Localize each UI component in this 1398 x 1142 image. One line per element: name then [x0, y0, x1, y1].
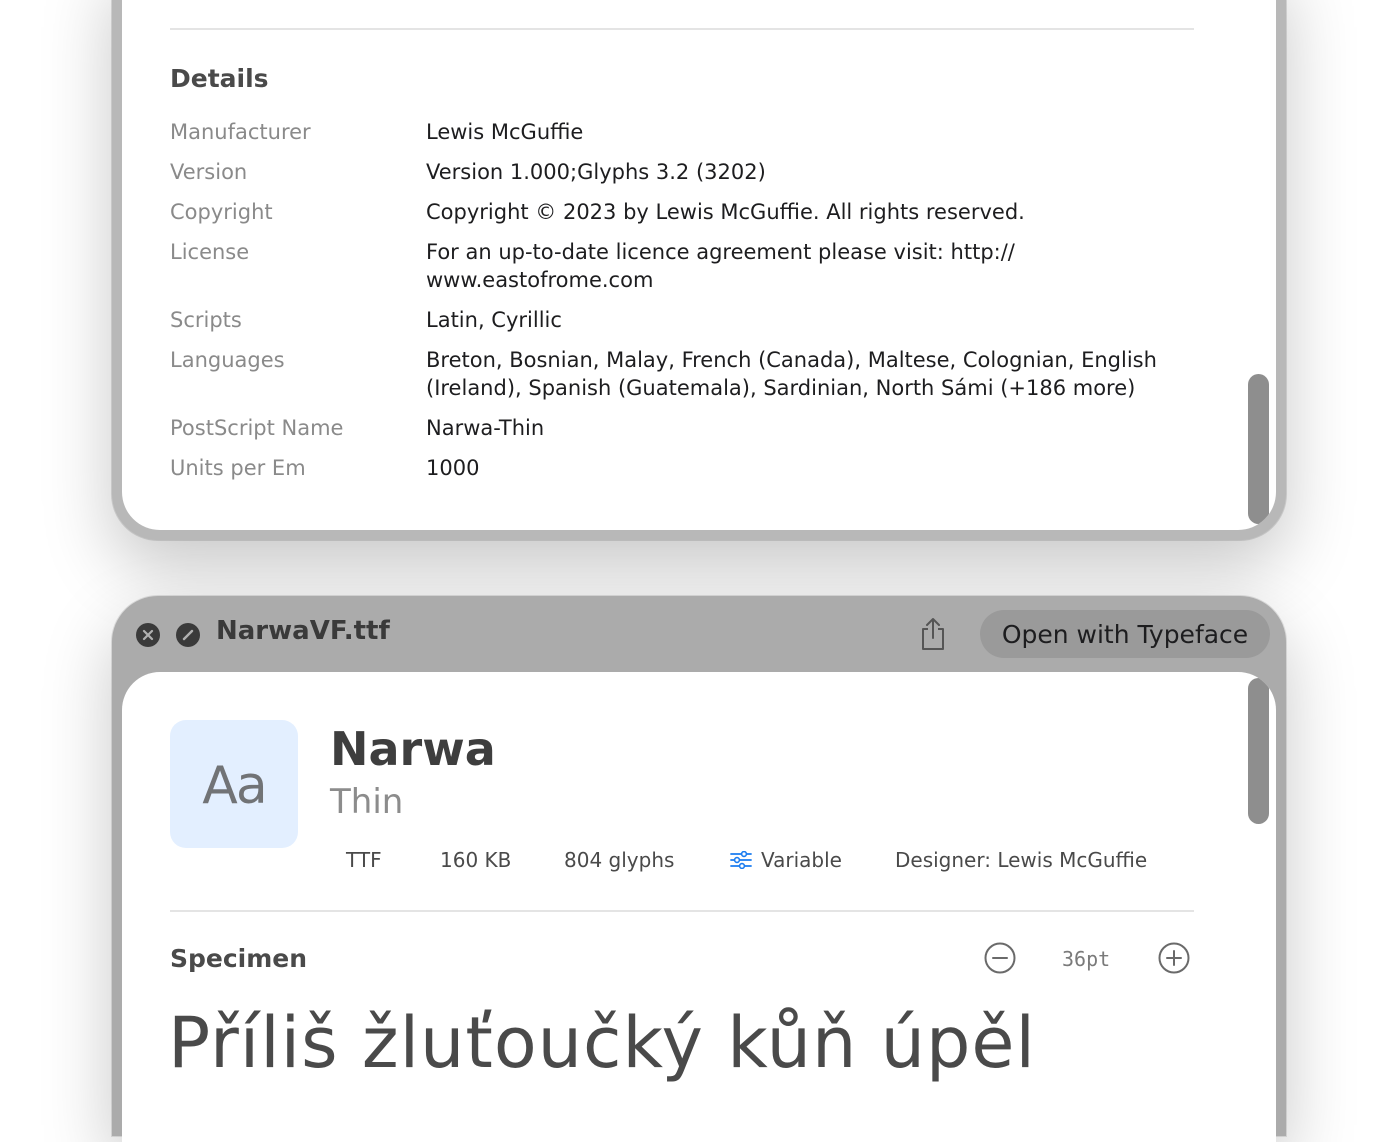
detail-value: Version 1.000;Glyphs 3.2 (3202): [426, 160, 766, 184]
quicklook-window-details: Details Manufacturer Lewis McGuffie Vers…: [112, 0, 1286, 540]
divider: [170, 28, 1194, 30]
increase-size-button[interactable]: [1158, 942, 1190, 974]
detail-label: Version: [170, 160, 248, 184]
window-title: NarwaVF.ttf: [216, 616, 390, 646]
detail-row-copyright: Copyright Copyright © 2023 by Lewis McGu…: [170, 198, 1210, 226]
font-file-size: 160 KB: [440, 848, 512, 872]
detail-value-line: www.eastofrome.com: [426, 268, 654, 292]
details-panel: Details Manufacturer Lewis McGuffie Vers…: [122, 0, 1276, 530]
decrease-size-button[interactable]: [984, 942, 1016, 974]
detail-value-line: For an up-to-date licence agreement plea…: [426, 240, 1015, 264]
detail-label: Copyright: [170, 200, 273, 224]
detail-value: 1000: [426, 456, 480, 480]
font-preview-glyphs: Aa: [202, 756, 267, 816]
sliders-icon: [730, 851, 752, 869]
detail-row-version: Version Version 1.000;Glyphs 3.2 (3202): [170, 158, 1210, 186]
detail-label: Languages: [170, 348, 285, 372]
specimen-text: Příliš žluťoučký kůň úpěl: [168, 1002, 1036, 1084]
scrollbar-thumb[interactable]: [1248, 678, 1269, 824]
quicklook-window-font: NarwaVF.ttf Open with Typeface Aa Narwa …: [112, 596, 1286, 1142]
font-info-panel: Aa Narwa Thin TTF 160 KB 804 glyphs Vari…: [122, 672, 1276, 1142]
detail-value: Copyright © 2023 by Lewis McGuffie. All …: [426, 200, 1025, 224]
detail-row-scripts: Scripts Latin, Cyrillic: [170, 306, 1210, 334]
detail-label: Scripts: [170, 308, 242, 332]
detail-value-line: Breton, Bosnian, Malay, French (Canada),…: [426, 348, 1157, 372]
detail-value-line: (Ireland), Spanish (Guatemala), Sardinia…: [426, 376, 1136, 400]
title-bar: NarwaVF.ttf Open with Typeface: [112, 596, 1286, 672]
detail-value: For an up-to-date licence agreement plea…: [426, 238, 1210, 294]
detail-label: PostScript Name: [170, 416, 344, 440]
detail-value: Lewis McGuffie: [426, 120, 584, 144]
detail-row-manufacturer: Manufacturer Lewis McGuffie: [170, 118, 1210, 146]
font-style-name: Thin: [330, 782, 404, 822]
point-size-label: 36pt: [1062, 947, 1111, 971]
detail-value: Narwa-Thin: [426, 416, 545, 440]
disable-icon[interactable]: [176, 623, 200, 647]
divider: [170, 910, 1194, 912]
detail-label: License: [170, 240, 250, 264]
font-designer: Designer: Lewis McGuffie: [895, 848, 1148, 872]
detail-value: Latin, Cyrillic: [426, 308, 562, 332]
detail-value: Breton, Bosnian, Malay, French (Canada),…: [426, 346, 1210, 402]
close-icon[interactable]: [136, 623, 160, 647]
detail-row-license: License For an up-to-date licence agreem…: [170, 238, 1210, 294]
font-glyph-count: 804 glyphs: [564, 848, 675, 872]
details-heading: Details: [170, 64, 269, 93]
minus-circle-icon: [984, 942, 1016, 974]
open-with-typeface-button[interactable]: Open with Typeface: [980, 610, 1270, 658]
font-family-name: Narwa: [330, 722, 496, 776]
detail-row-languages: Languages Breton, Bosnian, Malay, French…: [170, 346, 1210, 402]
specimen-heading: Specimen: [170, 944, 308, 973]
scrollbar-thumb[interactable]: [1248, 374, 1269, 524]
font-format: TTF: [346, 848, 382, 872]
detail-row-units-per-em: Units per Em 1000: [170, 454, 1210, 482]
plus-circle-icon: [1158, 942, 1190, 974]
font-variable-badge: Variable: [730, 848, 842, 872]
share-icon[interactable]: [918, 616, 948, 652]
detail-label: Units per Em: [170, 456, 306, 480]
font-preview-thumbnail: Aa: [170, 720, 298, 848]
variable-label: Variable: [761, 848, 842, 872]
detail-row-postscript-name: PostScript Name Narwa-Thin: [170, 414, 1210, 442]
detail-label: Manufacturer: [170, 120, 311, 144]
